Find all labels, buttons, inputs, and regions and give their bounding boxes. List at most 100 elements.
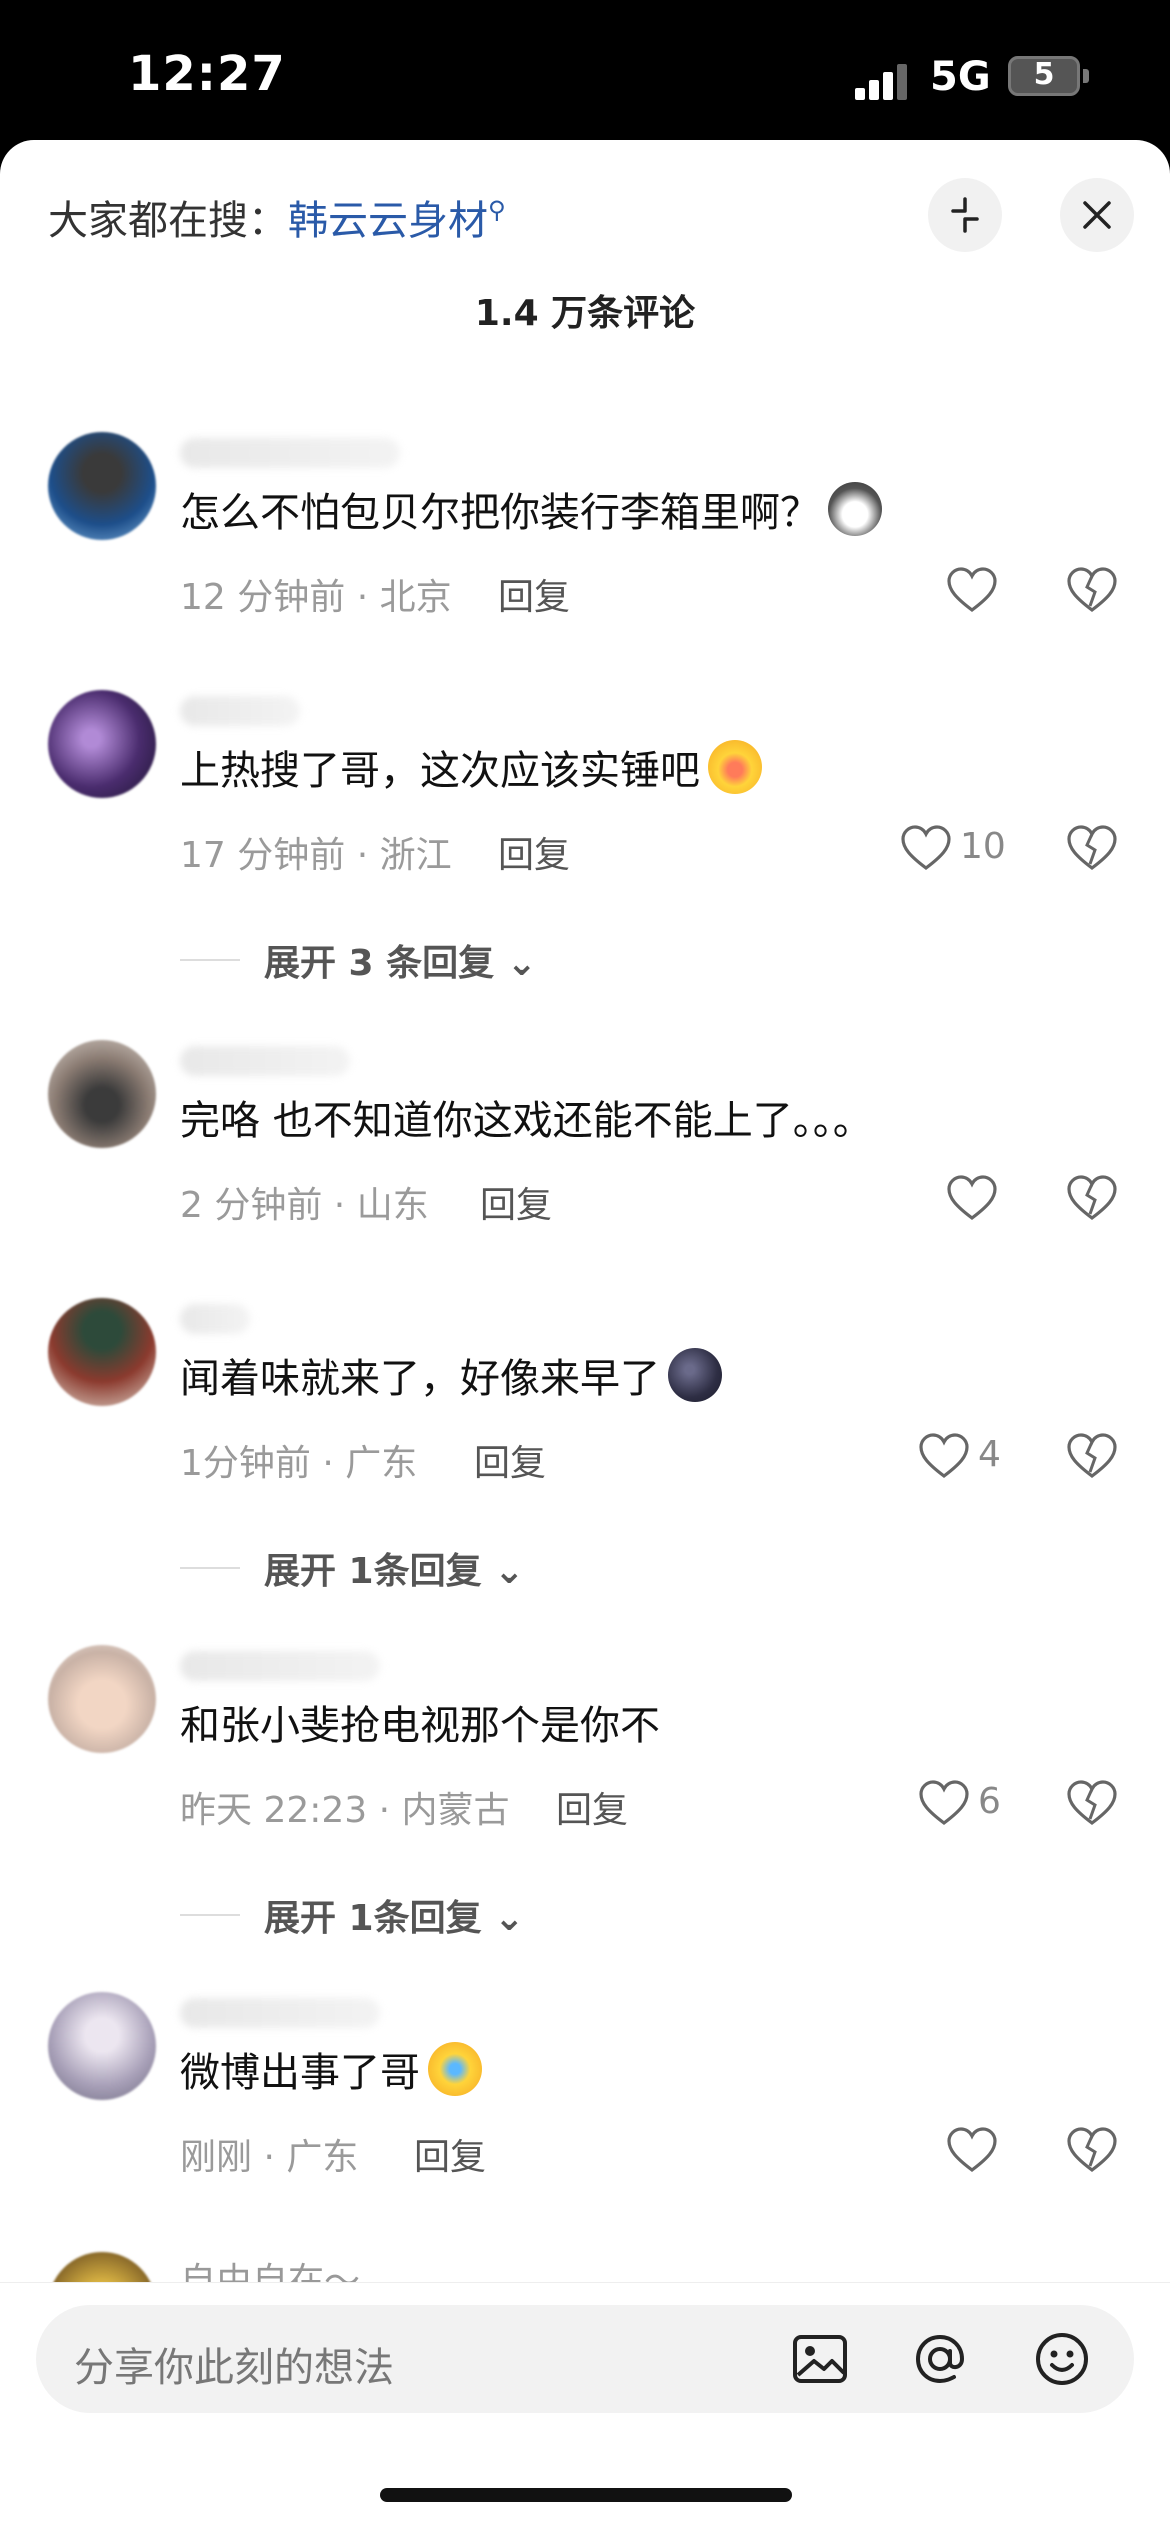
dislike-button[interactable]	[1066, 1432, 1118, 1484]
mention-button[interactable]	[910, 2329, 970, 2393]
shrink-icon	[951, 197, 979, 233]
shrink-button[interactable]	[928, 178, 1002, 252]
hot-search-keyword[interactable]: 韩云云身材	[288, 198, 488, 244]
expand-text: 展开 1条回复	[264, 1898, 482, 1939]
comment-sheet: 大家都在搜：韩云云身材⚲ 1.4 万条评论 怎么不怕包贝尔把你装行李箱里啊？ 1…	[0, 140, 1170, 2532]
reply-button[interactable]: 回复	[414, 2128, 486, 2180]
hot-search-banner[interactable]: 大家都在搜：韩云云身材⚲	[48, 188, 506, 246]
comment-time: 12 分钟前	[180, 577, 346, 618]
home-indicator[interactable]	[380, 2488, 792, 2502]
dislike-button[interactable]	[1066, 824, 1118, 876]
username-blurred[interactable]	[180, 1998, 380, 2028]
comment-location: 广东	[345, 1443, 418, 1484]
username-blurred[interactable]	[180, 1651, 380, 1681]
expand-replies-label: 展开 1条回复 ⌄	[264, 1542, 524, 1594]
battery-icon: 5	[1008, 56, 1080, 96]
comment-text: 微博出事了哥	[180, 2040, 482, 2098]
comment-text: 闻着味就来了，好像来早了	[180, 1346, 722, 1404]
heart-icon	[919, 1780, 969, 1826]
chevron-down-icon: ⌄	[506, 943, 537, 984]
comment-time: 2 分钟前	[180, 1185, 323, 1226]
network-label: 5G	[930, 54, 991, 100]
comment-text: 上热搜了哥，这次应该实锤吧	[180, 738, 762, 796]
comment-time: 17 分钟前	[180, 835, 346, 876]
image-button[interactable]	[790, 2329, 850, 2393]
comment-text-content: 怎么不怕包贝尔把你装行李箱里啊？	[180, 490, 820, 536]
comment-input[interactable]: 分享你此刻的想法	[36, 2305, 1134, 2413]
comment-meta: 1分钟前 · 广东	[180, 1443, 418, 1484]
broken-heart-icon	[1067, 1780, 1117, 1826]
chevron-down-icon: ⌄	[494, 1551, 525, 1592]
comment-input-placeholder: 分享你此刻的想法	[74, 2345, 394, 2391]
username-blurred[interactable]	[180, 1046, 350, 1076]
comment-location: 北京	[379, 577, 452, 618]
broken-heart-icon	[1067, 825, 1117, 871]
dislike-button[interactable]	[1066, 2126, 1118, 2178]
status-time: 12:27	[128, 46, 286, 102]
divider	[180, 1914, 240, 1916]
comment-text-content: 上热搜了哥，这次应该实锤吧	[180, 748, 700, 794]
hot-search-prefix: 大家都在搜：	[48, 198, 288, 244]
comment-count: 1.4 万条评论	[474, 293, 696, 334]
laugh-cry-emoji-icon	[708, 740, 762, 794]
close-icon	[1083, 201, 1111, 229]
avatar[interactable]	[48, 1992, 156, 2100]
image-icon	[793, 2335, 847, 2383]
heart-icon	[919, 1433, 969, 1479]
comment-meta: 12 分钟前 · 北京	[180, 577, 452, 618]
comment-location: 广东	[286, 2137, 359, 2178]
expand-replies-label: 展开 3 条回复 ⌄	[264, 934, 537, 986]
close-button[interactable]	[1060, 178, 1134, 252]
smiley-icon	[1036, 2333, 1088, 2385]
comment-location: 山东	[356, 1185, 429, 1226]
comment-meta: 2 分钟前 · 山东	[180, 1185, 429, 1226]
avatar[interactable]	[48, 432, 156, 540]
broken-heart-icon	[1067, 1433, 1117, 1479]
comment-meta: 17 分钟前 · 浙江	[180, 835, 452, 876]
like-count: 10	[960, 826, 1006, 867]
reply-button[interactable]: 回复	[474, 1434, 546, 1486]
heart-icon	[947, 567, 997, 613]
divider	[180, 1567, 240, 1569]
avatar[interactable]	[48, 690, 156, 798]
avatar[interactable]	[48, 1645, 156, 1753]
comment-text-content: 闻着味就来了，好像来早了	[180, 1356, 660, 1402]
username-blurred[interactable]	[180, 696, 300, 726]
expand-text: 展开 3 条回复	[264, 943, 495, 984]
comment-time: 刚刚	[180, 2137, 253, 2178]
heart-icon	[947, 2127, 997, 2173]
comment-meta: 昨天 22:23 · 内蒙古	[180, 1790, 510, 1831]
status-bar: 12:27 5G 5	[0, 0, 1170, 140]
crying-emoji-icon	[428, 2042, 482, 2096]
heart-icon	[901, 825, 951, 871]
dark-moon-emoji-icon	[668, 1348, 722, 1402]
comment-text: 完咯 也不知道你这戏还能不能上了。。。	[180, 1098, 873, 1144]
comment-location: 内蒙古	[401, 1790, 510, 1831]
comment-time: 昨天 22:23	[180, 1790, 368, 1831]
reply-button[interactable]: 回复	[556, 1781, 628, 1833]
at-icon	[915, 2334, 965, 2384]
username-blurred[interactable]	[180, 438, 400, 468]
battery-level: 5	[1033, 57, 1055, 92]
like-count: 4	[978, 1434, 1001, 1475]
comment-time: 1分钟前	[180, 1443, 311, 1484]
signal-icon	[855, 62, 911, 100]
reply-button[interactable]: 回复	[480, 1176, 552, 1228]
dislike-button[interactable]	[1066, 1779, 1118, 1831]
reply-button[interactable]: 回复	[498, 568, 570, 620]
username-blurred[interactable]	[180, 1304, 250, 1334]
reply-button[interactable]: 回复	[498, 826, 570, 878]
heart-icon	[947, 1175, 997, 1221]
dislike-button[interactable]	[1066, 1174, 1118, 1226]
avatar[interactable]	[48, 1298, 156, 1406]
emoji-button[interactable]	[1032, 2329, 1092, 2393]
expand-text: 展开 1条回复	[264, 1551, 482, 1592]
broken-heart-icon	[1067, 567, 1117, 613]
comment-text: 怎么不怕包贝尔把你装行李箱里啊？	[180, 480, 882, 538]
battery-tip	[1083, 69, 1089, 83]
comment-text: 和张小斐抢电视那个是你不	[180, 1703, 660, 1749]
like-count: 6	[978, 1781, 1001, 1822]
comment-meta: 刚刚 · 广东	[180, 2137, 359, 2178]
avatar[interactable]	[48, 1040, 156, 1148]
dislike-button[interactable]	[1066, 566, 1118, 618]
